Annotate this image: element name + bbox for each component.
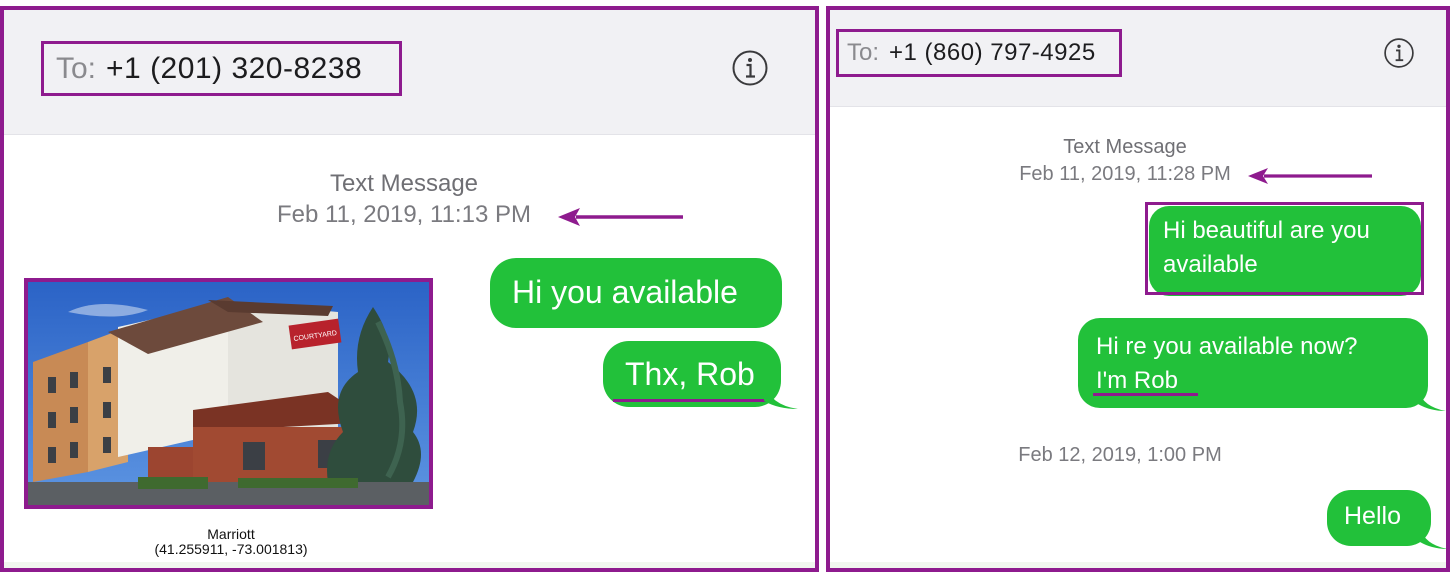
recipient-number: +1 (201) 320-8238: [106, 51, 363, 85]
bottom-edge: [4, 562, 815, 568]
recipient-number: +1 (860) 797-4925: [889, 39, 1096, 66]
message-text: Hi you available: [512, 274, 738, 310]
bottom-edge: [830, 562, 1446, 568]
service-label: Text Message: [329, 170, 479, 197]
annotation-arrow: [1248, 168, 1372, 184]
timestamp-text: Feb 11, 2019, 11:28 PM: [1019, 163, 1231, 185]
info-circle-icon[interactable]: [1383, 37, 1415, 69]
annotation-underline: [613, 399, 768, 402]
annotation-box: [1145, 202, 1424, 295]
bubble-tail-icon: [1418, 390, 1446, 411]
conversation-header: To: +1 (201) 320-8238: [4, 10, 815, 135]
message-bubble-sent[interactable]: Hi you available: [490, 258, 782, 328]
timestamp-text: Feb 11, 2019, 11:13 PM: [277, 201, 531, 228]
message-text: Hello: [1344, 502, 1401, 530]
photo-caption: Marriott (41.255911, -73.001813): [128, 527, 334, 557]
bubble-tail-icon: [1420, 528, 1446, 549]
annotation-underline: [1093, 393, 1198, 396]
hotel-photo[interactable]: COURTYARD: [24, 278, 433, 509]
info-circle-icon[interactable]: [731, 49, 769, 87]
message-text-line: Hi re you available now?: [1096, 333, 1358, 360]
conversation-panel-left: To: +1 (201) 320-8238 Text Message Feb 1…: [0, 6, 819, 572]
recipient-field[interactable]: To: +1 (201) 320-8238: [41, 41, 402, 96]
message-text: Thx, Rob: [625, 356, 755, 392]
to-label: To:: [847, 39, 880, 66]
message-bubble-sent[interactable]: Hello: [1327, 490, 1431, 546]
timestamp-text: Feb 12, 2019, 1:00 PM: [1018, 444, 1222, 466]
hotel-image: COURTYARD: [28, 282, 429, 505]
message-timestamp: Text Message Feb 11, 2019, 11:28 PM: [1000, 134, 1250, 188]
conversation-panel-right: To: +1 (860) 797-4925 Text Message Feb 1…: [826, 6, 1450, 572]
message-timestamp: Text Message Feb 11, 2019, 11:13 PM: [251, 168, 557, 230]
caption-coordinates: (41.255911, -73.001813): [154, 541, 308, 557]
caption-title: Marriott: [207, 526, 255, 542]
recipient-field[interactable]: To: +1 (860) 797-4925: [836, 29, 1122, 77]
conversation-header: To: +1 (860) 797-4925: [830, 10, 1446, 107]
annotation-arrow: [558, 208, 683, 226]
service-label: Text Message: [1063, 136, 1187, 158]
bubble-tail-icon: [764, 383, 798, 409]
message-bubble-sent[interactable]: Thx, Rob: [603, 341, 781, 407]
to-label: To:: [56, 51, 97, 85]
